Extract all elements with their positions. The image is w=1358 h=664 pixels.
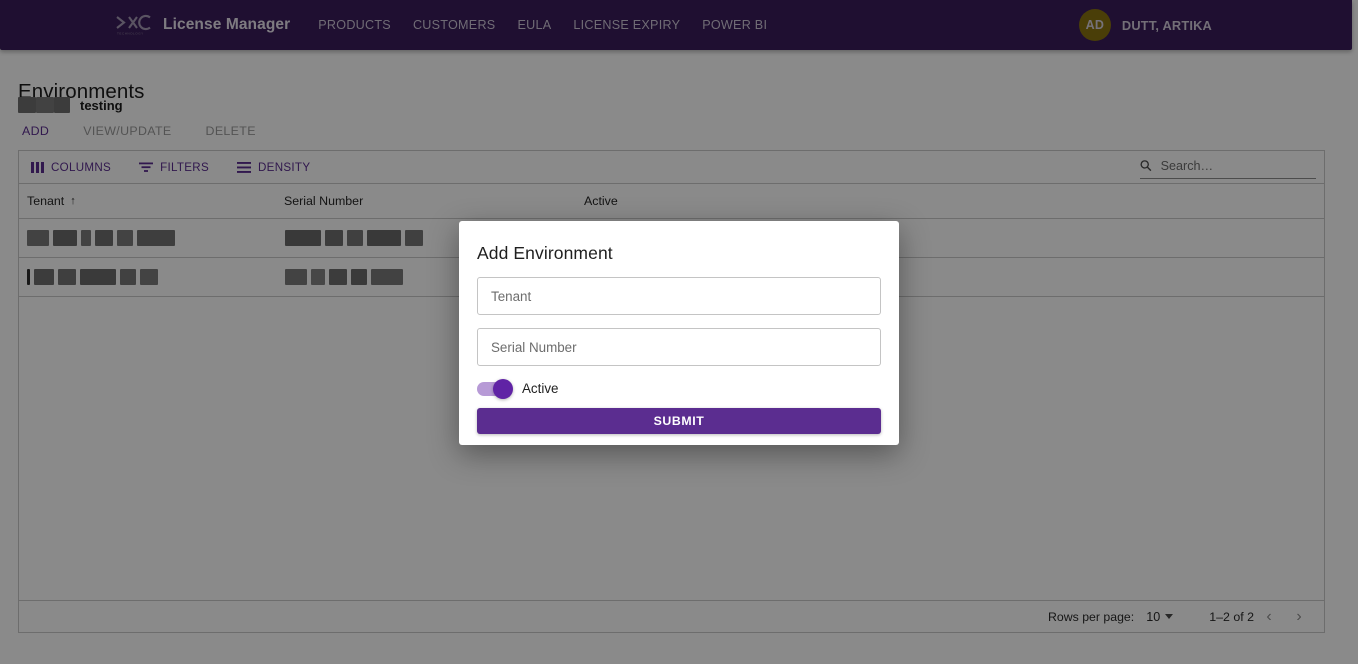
dialog-title: Add Environment (477, 221, 881, 264)
active-toggle-label: Active (522, 381, 558, 396)
tenant-field[interactable] (477, 277, 881, 315)
toggle-knob (493, 379, 513, 399)
active-toggle[interactable] (477, 382, 511, 396)
submit-button[interactable]: SUBMIT (477, 408, 881, 434)
add-environment-dialog: Add Environment Active SUBMIT (459, 221, 899, 445)
active-toggle-row: Active (477, 381, 881, 396)
serial-number-input[interactable] (489, 339, 869, 356)
tenant-input[interactable] (489, 288, 869, 305)
serial-number-field[interactable] (477, 328, 881, 366)
